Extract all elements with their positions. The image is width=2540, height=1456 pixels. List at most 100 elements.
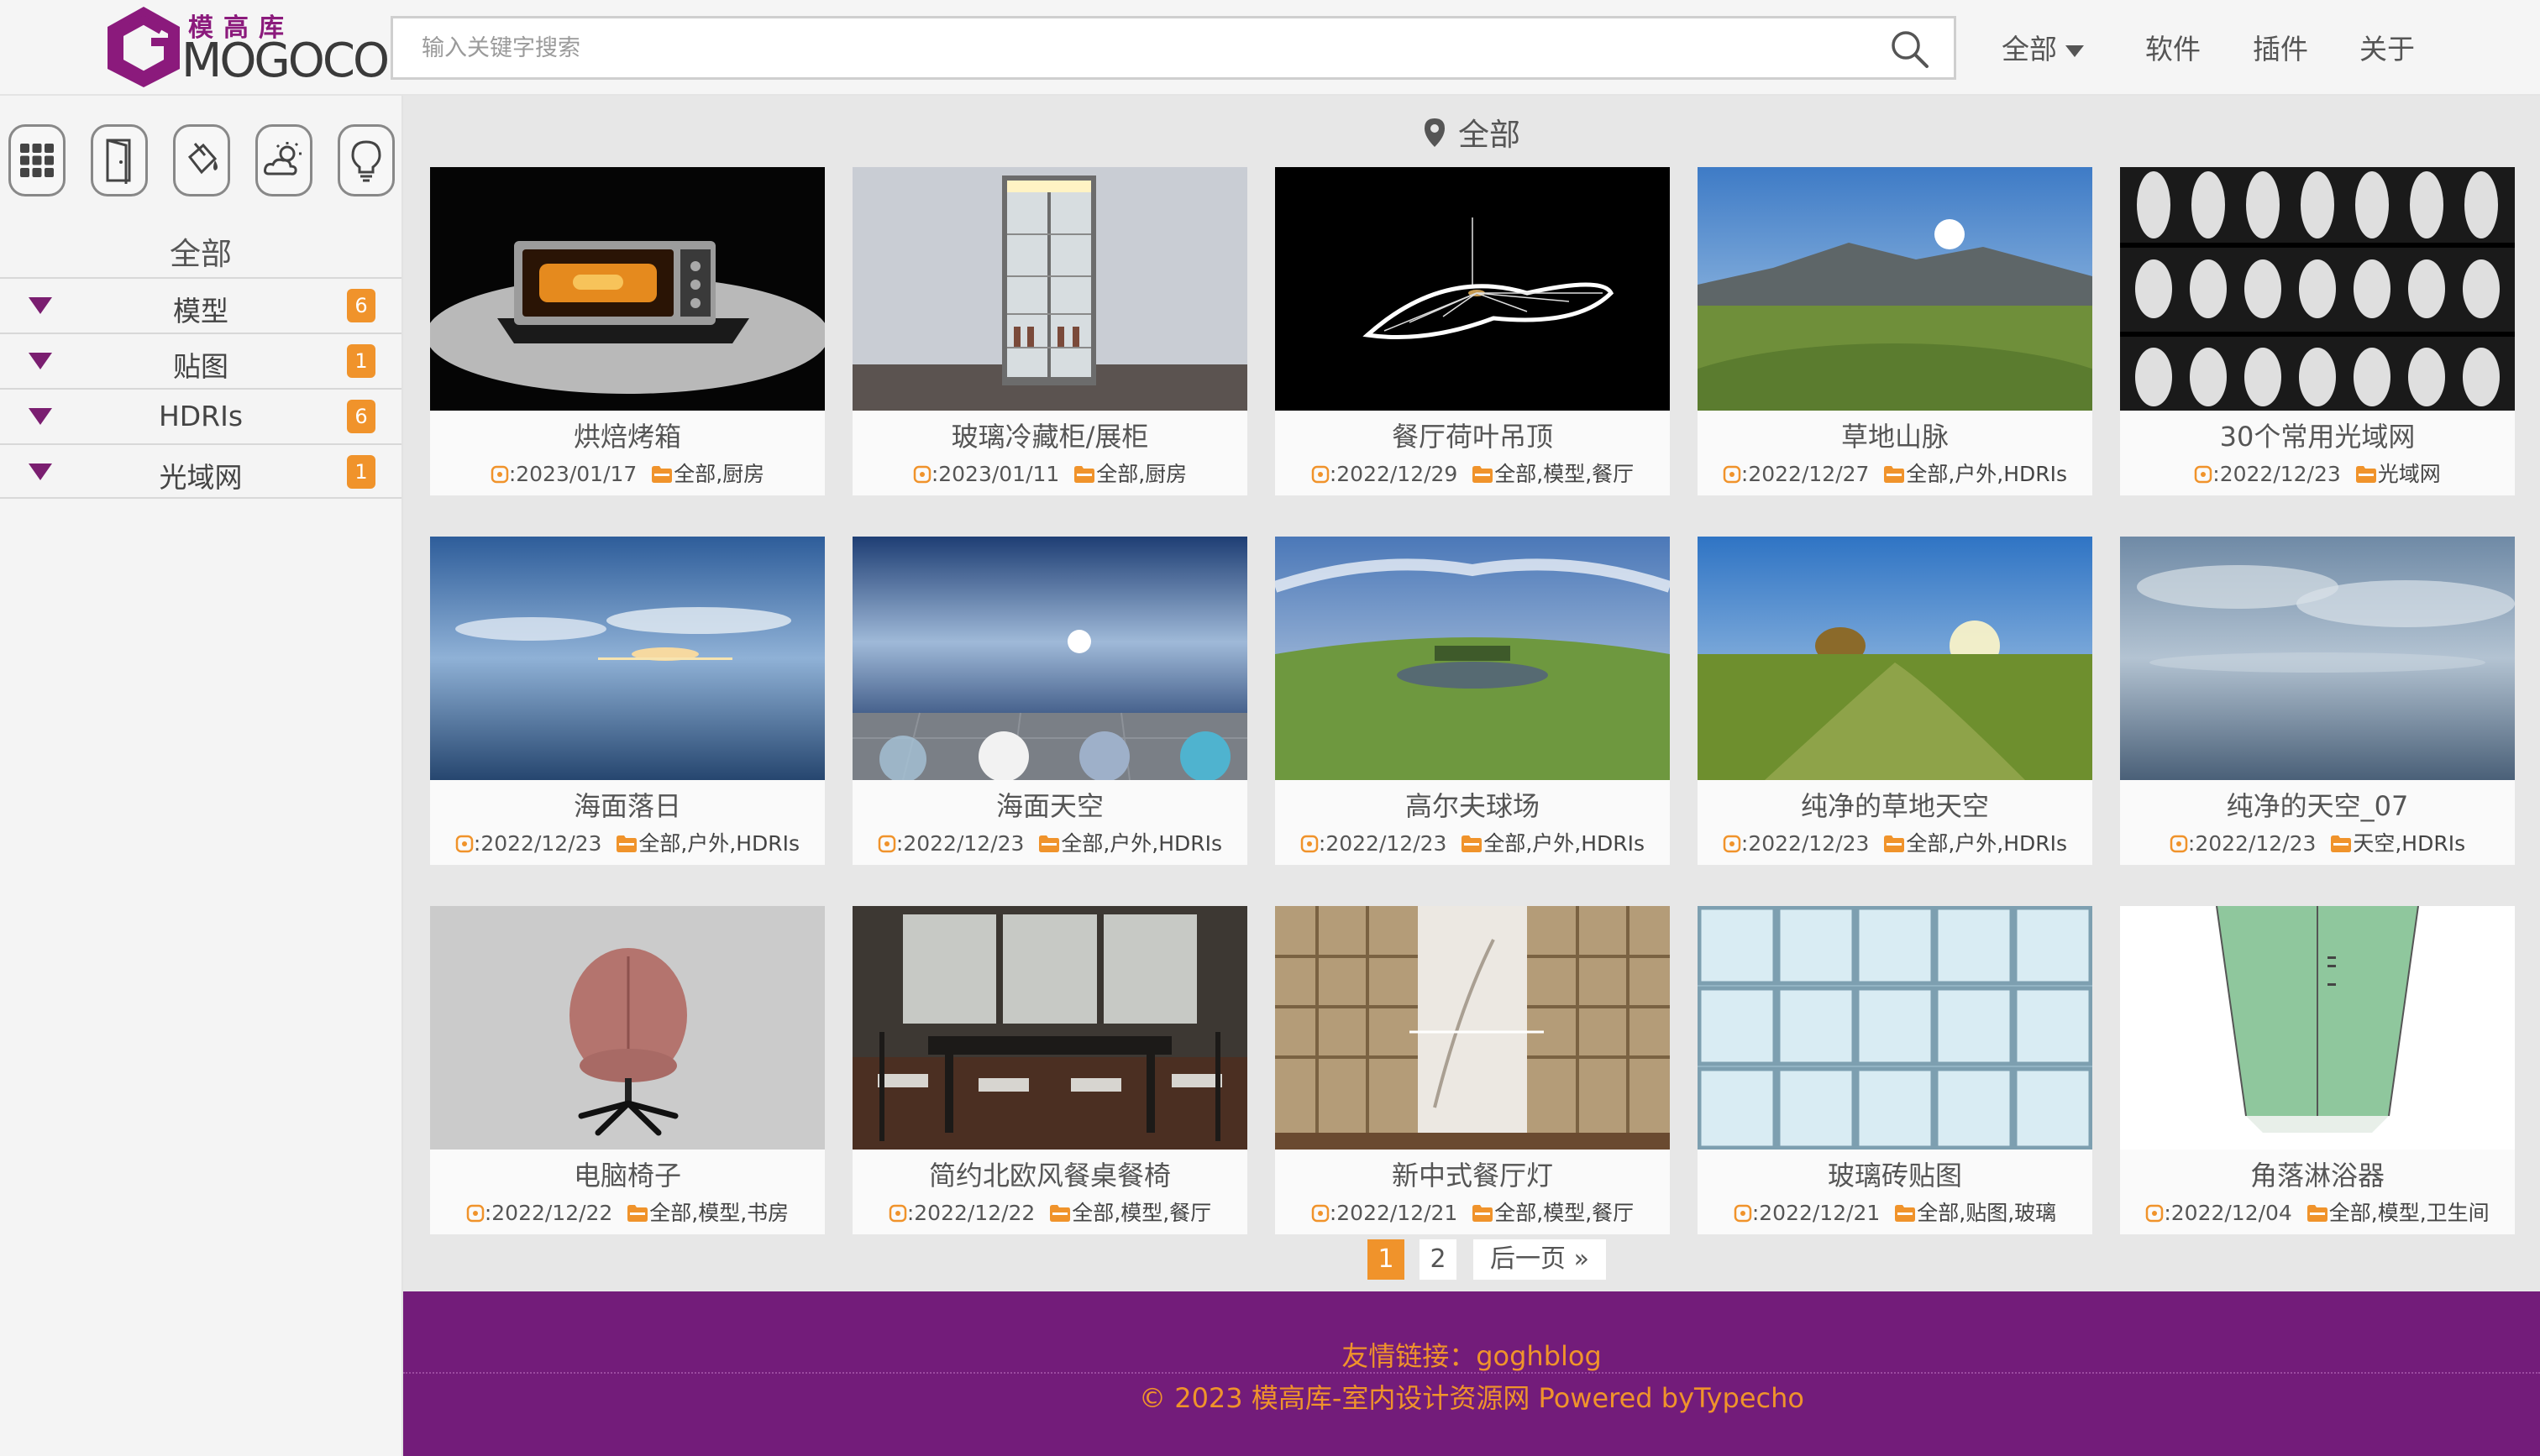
resource-thumbnail[interactable] [2120, 167, 2515, 411]
resource-card[interactable]: 电脑椅子:2022/12/22 全部,模型,书房 [430, 906, 825, 1234]
sidebar-item-model[interactable]: 模型 6 [0, 277, 401, 333]
nav-software[interactable]: 软件 [2145, 27, 2201, 67]
resource-tags[interactable]: 全部,户外,HDRIs [1906, 831, 2067, 856]
resource-thumbnail[interactable] [2120, 906, 2515, 1150]
resource-tags[interactable]: 全部,户外,HDRIs [1906, 462, 2067, 486]
nav-all-dropdown[interactable]: 全部 [2002, 27, 2084, 67]
resource-title[interactable]: 餐厅荷叶吊顶 [1275, 416, 1670, 454]
resource-meta: :2022/12/21 全部,模型,餐厅 [1275, 1197, 1670, 1227]
resource-date: :2022/12/23 [2187, 831, 2317, 856]
resource-card[interactable]: 高尔夫球场:2022/12/23 全部,户外,HDRIs [1275, 537, 1670, 865]
resource-tags[interactable]: 天空,HDRIs [2353, 831, 2465, 856]
calendar-icon [466, 1204, 485, 1223]
resource-title[interactable]: 高尔夫球场 [1275, 785, 1670, 824]
folder-icon [1050, 1205, 1071, 1222]
page-2-button[interactable]: 2 [1420, 1239, 1456, 1280]
nav-about[interactable]: 关于 [2359, 27, 2415, 67]
resource-card[interactable]: 海面落日 :2022/12/23 全部,户外,HDRIs [430, 537, 825, 865]
resource-title[interactable]: 海面落日 [430, 785, 825, 824]
footer-friend-links[interactable]: 友情链接：goghblog [403, 1335, 2540, 1374]
resource-tags[interactable]: 全部,模型,书房 [649, 1201, 789, 1225]
resource-thumbnail[interactable] [853, 906, 1247, 1150]
resource-tags[interactable]: 全部,模型,卫生间 [2329, 1201, 2490, 1225]
resource-title[interactable]: 玻璃冷藏柜/展柜 [853, 416, 1247, 454]
resource-tags[interactable]: 全部,户外,HDRIs [1483, 831, 1645, 856]
folder-icon [1039, 835, 1060, 852]
category-ies-button[interactable] [338, 124, 395, 196]
resource-date: :2022/12/04 [2164, 1201, 2292, 1225]
search-icon[interactable] [1888, 28, 1932, 71]
resource-thumbnail[interactable] [853, 167, 1247, 411]
resource-tags[interactable]: 全部,模型,餐厅 [1494, 462, 1634, 486]
next-page-button[interactable]: 后一页 » [1473, 1239, 1606, 1280]
category-texture-button[interactable] [173, 124, 230, 196]
resource-title[interactable]: 简约北欧风餐桌餐椅 [853, 1155, 1247, 1193]
resource-thumbnail[interactable] [2120, 537, 2515, 780]
resource-card[interactable]: 玻璃冷藏柜/展柜 :2023/01/11 全部,厨房 [853, 167, 1247, 495]
resource-card[interactable]: 30个常用光域网:2022/12/23 光域网 [2120, 167, 2515, 495]
search-input[interactable] [393, 18, 1912, 77]
resource-meta: :2022/12/21 全部,贴图,玻璃 [1698, 1197, 2092, 1227]
resource-thumbnail[interactable] [430, 906, 825, 1150]
resource-card[interactable]: 草地山脉:2022/12/27 全部,户外,HDRIs [1698, 167, 2092, 495]
resource-card[interactable]: 烘焙烤箱:2023/01/17 全部,厨房 [430, 167, 825, 495]
sidebar-item-ies[interactable]: 光域网 1 [0, 443, 401, 499]
resource-tags[interactable]: 全部,模型,餐厅 [1072, 1201, 1211, 1225]
count-badge: 1 [347, 455, 375, 489]
calendar-icon [913, 465, 932, 484]
resource-title[interactable]: 角落淋浴器 [2120, 1155, 2515, 1193]
resource-thumbnail[interactable] [1698, 167, 2092, 411]
resource-title[interactable]: 电脑椅子 [430, 1155, 825, 1193]
resource-title[interactable]: 海面天空 [853, 785, 1247, 824]
resource-title[interactable]: 30个常用光域网 [2120, 416, 2515, 454]
sidebar-item-hdris[interactable]: HDRIs 6 [0, 388, 401, 443]
resource-thumbnail[interactable] [853, 537, 1247, 780]
resource-thumbnail[interactable] [1275, 906, 1670, 1150]
resource-card[interactable]: 纯净的草地天空:2022/12/23 全部,户外,HDRIs [1698, 537, 2092, 865]
page-1-button[interactable]: 1 [1367, 1239, 1404, 1280]
category-all-button[interactable] [8, 124, 66, 196]
resource-card[interactable]: 简约北欧风餐桌餐椅:2022/12/22 全部,模型,餐厅 [853, 906, 1247, 1234]
resource-card[interactable]: 玻璃砖贴图 :2022/12/21 全部,贴图,玻璃 [1698, 906, 2092, 1234]
resource-tags[interactable]: 全部,厨房 [674, 462, 764, 486]
main-content: 全部 烘焙烤箱:2023/01/17 全部,厨房 玻璃冷藏柜/展柜:2023/0… [403, 96, 2540, 1291]
resource-tags[interactable]: 光域网 [2378, 462, 2441, 486]
resource-meta: :2023/01/11 全部,厨房 [853, 458, 1247, 488]
resource-thumbnail[interactable] [1275, 167, 1670, 411]
resource-tags[interactable]: 全部,贴图,玻璃 [1917, 1201, 2056, 1225]
resource-title[interactable]: 纯净的天空_07 [2120, 785, 2515, 824]
resource-thumbnail[interactable] [430, 167, 825, 411]
resource-thumbnail[interactable] [430, 537, 825, 780]
resource-title[interactable]: 新中式餐厅灯 [1275, 1155, 1670, 1193]
resource-card[interactable]: 纯净的天空_07 :2022/12/23 天空,HDRIs [2120, 537, 2515, 865]
resource-title[interactable]: 纯净的草地天空 [1698, 785, 2092, 824]
sidebar-item-texture[interactable]: 贴图 1 [0, 333, 401, 388]
resource-title[interactable]: 草地山脉 [1698, 416, 2092, 454]
logo[interactable]: 模高库 MOGOCO [102, 3, 390, 91]
resource-card[interactable]: 新中式餐厅灯 :2022/12/21 全部,模型,餐厅 [1275, 906, 1670, 1234]
resource-thumbnail[interactable] [1275, 537, 1670, 780]
resource-meta: :2022/12/04 全部,模型,卫生间 [2120, 1197, 2515, 1227]
folder-icon [2306, 1205, 2327, 1222]
resource-tags[interactable]: 全部,户外,HDRIs [638, 831, 800, 856]
category-model-button[interactable] [91, 124, 148, 196]
resource-title[interactable]: 玻璃砖贴图 [1698, 1155, 2092, 1193]
resource-card[interactable]: 角落淋浴器 :2022/12/04 全部,模型,卫生间 [2120, 906, 2515, 1234]
folder-icon [1472, 466, 1493, 483]
resource-tags[interactable]: 全部,厨房 [1096, 462, 1187, 486]
footer: 友情链接：goghblog © 2023 模高库-室内设计资源网 Powered… [403, 1291, 2540, 1456]
nav-plugins[interactable]: 插件 [2253, 27, 2308, 67]
resource-tags[interactable]: 全部,户外,HDRIs [1061, 831, 1222, 856]
resource-card[interactable]: 海面天空:2022/12/23 全部,户外,HDRIs [853, 537, 1247, 865]
location-pin-icon [1425, 118, 1445, 147]
calendar-icon [491, 465, 509, 484]
resource-thumbnail[interactable] [1698, 906, 2092, 1150]
resource-card[interactable]: 餐厅荷叶吊顶:2022/12/29 全部,模型,餐厅 [1275, 167, 1670, 495]
folder-icon [2355, 466, 2376, 483]
resource-date: :2022/12/23 [473, 831, 602, 856]
resource-tags[interactable]: 全部,模型,餐厅 [1494, 1201, 1634, 1225]
category-hdri-button[interactable] [255, 124, 312, 196]
resource-thumbnail[interactable] [1698, 537, 2092, 780]
sidebar-item-label: HDRIs [158, 400, 244, 432]
resource-title[interactable]: 烘焙烤箱 [430, 416, 825, 454]
